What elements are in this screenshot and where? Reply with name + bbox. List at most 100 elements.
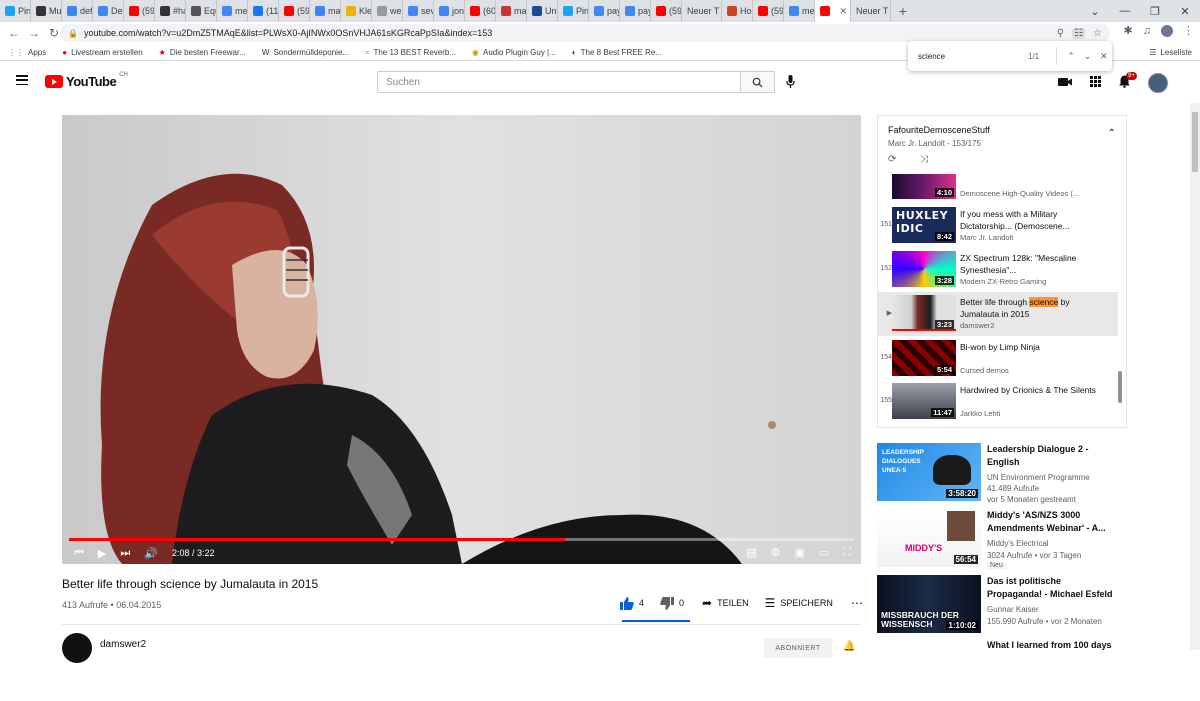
like-button[interactable]: 4 [620,596,644,610]
address-bar[interactable]: 🔒 youtube.com/watch?v=u2DmZ5TMAqE&list=P… [60,24,1110,42]
browser-tab[interactable]: pay [589,0,620,22]
browser-tab[interactable]: pay [620,0,651,22]
microphone-icon[interactable] [786,75,795,91]
tab-close-icon[interactable]: ✕ [839,6,847,17]
playlist-title[interactable]: FafouriteDemosceneStuff [888,125,990,135]
browser-tab[interactable]: me [784,0,815,22]
browser-tab[interactable]: Pin [0,0,31,22]
playlist-item[interactable]: 156Genesis Project - Memento Mori | C64 … [878,424,1118,427]
channel-name[interactable]: damswer2 [100,639,146,650]
theater-mode-icon[interactable]: ▭ [819,546,829,559]
browser-tab[interactable]: Kle [341,0,372,22]
save-button[interactable]: ☰ SPEICHERN [765,596,833,610]
recommended-video[interactable]: MIDDY'S 56:54 Middy's 'AS/NZS 3000 Amendme… [877,509,1127,571]
new-tab-plus-icon[interactable]: + [891,0,915,22]
bookmark-item[interactable]: ≈ The 13 BEST Reverb... [357,48,464,57]
loop-playlist-icon[interactable]: ⟳ [888,154,896,165]
browser-tab[interactable]: Equ [186,0,217,22]
browser-tab[interactable]: #ha [155,0,186,22]
browser-tab[interactable]: (11 [248,0,279,22]
subtitles-icon[interactable]: ▤ [746,546,756,559]
playlist-collapse-icon[interactable]: ⌃ [1108,128,1116,139]
extensions-icon[interactable]: ✱ [1124,24,1133,37]
browser-tab[interactable]: (60 [465,0,496,22]
shuffle-playlist-icon[interactable]: ⤨ [920,154,928,165]
channel-avatar[interactable] [62,633,92,663]
tab-search-icon[interactable]: ⌄ [1080,5,1110,18]
bookmark-item[interactable]: ★ Die besten Freewar... [151,48,254,57]
apps-grid-icon[interactable] [1090,76,1101,90]
browser-tab[interactable]: ma [496,0,527,22]
search-input[interactable]: Suchen [377,71,741,93]
browser-tab[interactable]: ma [310,0,341,22]
find-next-icon[interactable]: ⌄ [1079,51,1095,62]
browser-tab[interactable]: Pin [558,0,589,22]
forward-arrow-icon[interactable]: → [24,26,44,40]
browser-tab[interactable]: def [62,0,93,22]
fullscreen-icon[interactable]: ⛶ [843,546,851,559]
browser-tab[interactable]: wel [372,0,403,22]
more-actions-icon[interactable]: ⋯ [851,596,863,610]
play-icon[interactable]: ▶ [98,547,106,560]
bookmark-item[interactable]: ⋮⋮ Apps [0,48,54,57]
find-input[interactable] [918,51,1028,61]
key-icon[interactable]: ⚲ [1057,28,1064,39]
bookmark-item[interactable]: W Sondermülldeponie... [254,48,357,57]
miniplayer-icon[interactable]: ▣ [794,546,804,559]
subscribed-button[interactable]: ABONNIERT [764,638,832,658]
page-scrollbar-thumb[interactable] [1192,112,1198,172]
restore-icon[interactable]: ❐ [1140,5,1170,18]
playlist-item[interactable]: 4:10 Demoscene High-Quality Videos (... [878,174,1118,204]
video-progress-bar[interactable] [69,538,854,541]
browser-tab-active[interactable]: ✕ [815,0,851,22]
browser-tab[interactable]: me [217,0,248,22]
share-button[interactable]: ➦ TEILEN [702,596,749,610]
recommended-video[interactable]: What I learned from 100 days [877,639,1127,701]
playlist-item[interactable]: 154 5:54 Bi-won by Limp Ninja Cursed demos [878,337,1118,381]
find-previous-icon[interactable]: ⌃ [1063,51,1079,62]
create-video-icon[interactable] [1058,76,1072,90]
playlist-item[interactable]: 152 3:28 ZX Spectrum 128k: "Mescaline Syne… [878,248,1118,292]
browser-tab[interactable]: sev [403,0,434,22]
channel-bell-icon[interactable]: 🔔 [843,641,855,652]
bookmark-item[interactable]: ◉ Audio Plugin Guy |... [464,48,564,57]
playlist-item[interactable]: 155 11:47 Hardwired by Crionics & The Sile… [878,380,1118,424]
find-close-icon[interactable]: ✕ [1096,51,1112,62]
bookmark-item[interactable]: ● Livestream erstellen [54,48,150,57]
playlist-item-current[interactable]: ▶ 3:23 Better life through science by Juma… [878,292,1118,336]
browser-tab[interactable]: (59 [753,0,784,22]
video-player[interactable]: ⏮ ▶ ⏭ 🔊 2:08 / 3:22 ▤ ⚙ ▣ ▭ ⛶ [62,115,861,564]
dislike-button[interactable]: 0 [660,596,684,610]
minimize-icon[interactable]: — [1110,5,1140,17]
back-arrow-icon[interactable]: ← [4,26,24,40]
playlist-item[interactable]: 151 HUXLEY IDIC 8:42 If you mess with a Mil… [878,204,1118,248]
browser-tab[interactable]: Mu [31,0,62,22]
browser-tab[interactable]: Uni [527,0,558,22]
previous-video-icon[interactable]: ⏮ [74,547,84,560]
recommended-video[interactable]: MISSBRAUCH DER WISSENSCH 1:10:02 Das ist p… [877,575,1127,637]
media-icon[interactable]: ♫ [1143,25,1151,37]
hamburger-menu-icon[interactable] [16,75,28,85]
browser-tab[interactable]: Ho [722,0,753,22]
youtube-logo[interactable]: YouTube CH [45,72,128,89]
close-window-icon[interactable]: ✕ [1170,5,1200,18]
recommended-video[interactable]: LEADERSHIP DIALOGUES UNEA-5 3:58:20 Leader… [877,443,1127,505]
next-video-icon[interactable]: ⏭ [120,547,130,560]
browser-tab[interactable]: (59 [279,0,310,22]
bookmark-item[interactable]: ◐ The 8 Best FREE Re... [564,48,670,57]
bookmark-star-icon[interactable]: ☆ [1093,28,1102,39]
reading-list-button[interactable]: ☰ Leseliste [1149,48,1200,57]
menu-kebab-icon[interactable]: ⋮ [1183,24,1194,37]
search-page-icon[interactable]: ☷ [1072,27,1086,39]
browser-tab[interactable]: (59 [124,0,155,22]
browser-tab[interactable]: Neuer T [682,0,722,22]
browser-tab[interactable]: Neuer T [851,0,891,22]
browser-tab[interactable]: (59 [651,0,682,22]
search-button[interactable] [741,71,775,93]
browser-tab[interactable]: jon [434,0,465,22]
volume-icon[interactable]: 🔊 [144,547,158,560]
settings-gear-icon[interactable]: ⚙ [771,546,781,559]
browser-tab[interactable]: Def [93,0,124,22]
user-avatar[interactable] [1148,73,1168,93]
profile-avatar[interactable] [1161,24,1173,37]
